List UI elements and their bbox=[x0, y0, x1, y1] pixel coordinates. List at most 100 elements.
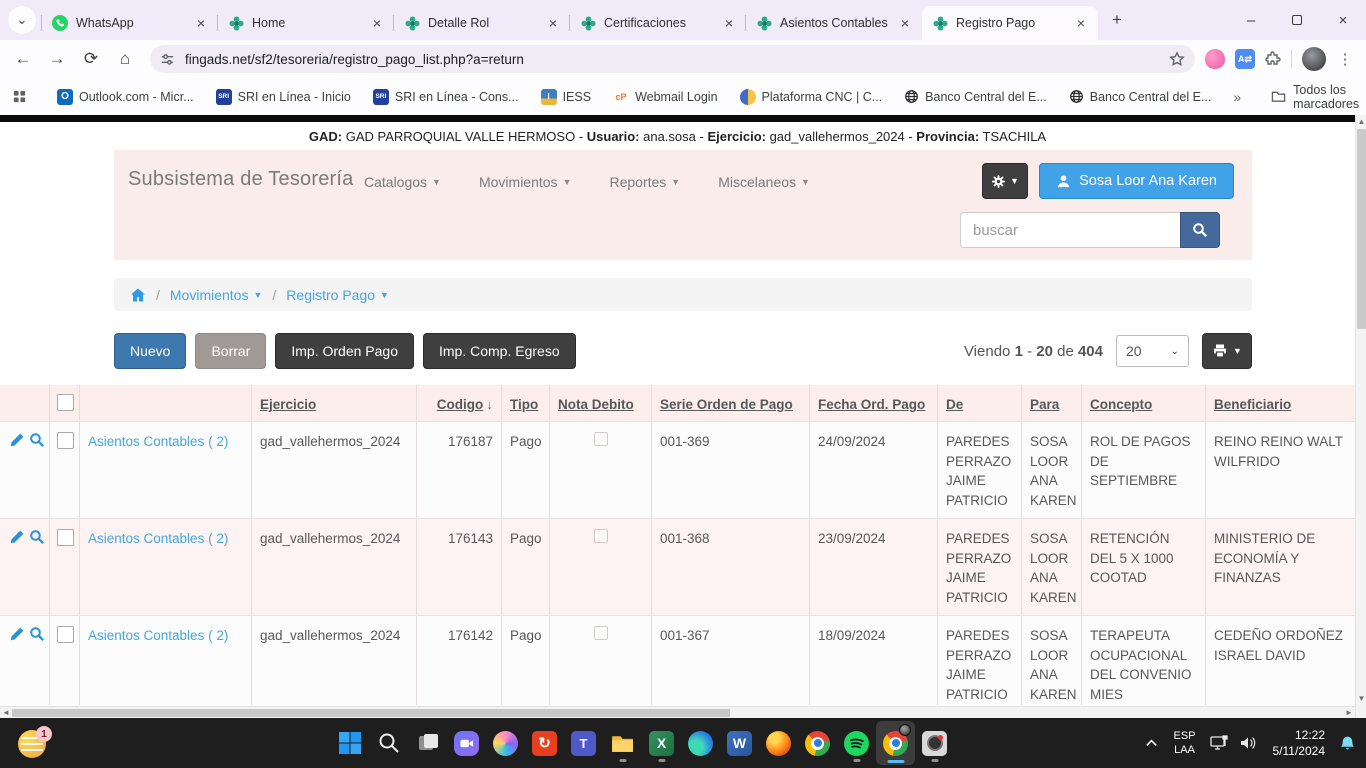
search-button[interactable] bbox=[1180, 212, 1220, 248]
chrome-icon[interactable] bbox=[798, 721, 837, 765]
apps-grid-icon[interactable] bbox=[12, 89, 27, 104]
header-tipo[interactable]: Tipo bbox=[502, 385, 550, 421]
browser-home-button[interactable]: ⌂ bbox=[110, 44, 140, 74]
copilot-icon[interactable] bbox=[486, 721, 525, 765]
tab-whatsapp[interactable]: WhatsApp × bbox=[42, 6, 218, 40]
taskbar-search-button[interactable] bbox=[369, 721, 408, 765]
bookmark-webmail[interactable]: cPWebmail Login bbox=[613, 89, 717, 105]
view-icon[interactable] bbox=[29, 529, 45, 615]
minimize-button[interactable]: – bbox=[1228, 0, 1274, 40]
file-explorer-icon[interactable] bbox=[603, 721, 642, 765]
asientos-contables-link[interactable]: Asientos Contables ( 2) bbox=[88, 531, 228, 546]
bookmark-banco-central-1[interactable]: Banco Central del E... bbox=[904, 89, 1047, 104]
horizontal-scroll-thumb[interactable] bbox=[12, 709, 730, 717]
close-icon[interactable]: × bbox=[1072, 14, 1090, 32]
nuevo-button[interactable]: Nuevo bbox=[114, 333, 186, 369]
header-fecha-ord-pago[interactable]: Fecha Ord. Pago bbox=[810, 385, 938, 421]
scroll-down-arrow[interactable]: ▼ bbox=[1356, 692, 1366, 705]
chat-icon[interactable] bbox=[447, 721, 486, 765]
url-text[interactable]: fingads.net/sf2/tesoreria/registro_pago_… bbox=[185, 52, 1169, 67]
close-icon[interactable]: × bbox=[368, 14, 386, 32]
browser-menu-icon[interactable]: ⋮ bbox=[1336, 50, 1354, 68]
widgets-button[interactable]: 1 bbox=[18, 726, 52, 760]
asientos-contables-link[interactable]: Asientos Contables ( 2) bbox=[88, 628, 228, 643]
translate-icon[interactable]: A⇄ bbox=[1235, 49, 1255, 69]
close-icon[interactable]: × bbox=[896, 14, 914, 32]
tray-chevron-up-icon[interactable] bbox=[1144, 736, 1159, 751]
excel-icon[interactable]: X bbox=[642, 721, 681, 765]
row-checkbox[interactable] bbox=[57, 529, 74, 546]
page-size-select[interactable]: 20⌄ bbox=[1116, 335, 1189, 367]
maximize-button[interactable] bbox=[1274, 0, 1320, 40]
borrar-button[interactable]: Borrar bbox=[195, 333, 266, 369]
site-settings-icon[interactable] bbox=[160, 52, 175, 67]
menu-miscelaneos[interactable]: Miscelaneos▼ bbox=[718, 174, 810, 190]
teams-icon[interactable]: T bbox=[564, 721, 603, 765]
breadcrumb-movimientos[interactable]: Movimientos▼ bbox=[170, 287, 263, 303]
scroll-up-arrow[interactable]: ▲ bbox=[1356, 115, 1366, 128]
extensions-puzzle-icon[interactable] bbox=[1265, 51, 1281, 67]
tab-detalle-rol[interactable]: Detalle Rol × bbox=[394, 6, 570, 40]
word-icon[interactable]: W bbox=[720, 721, 759, 765]
firefox-icon[interactable] bbox=[759, 721, 798, 765]
extension-pink-icon[interactable] bbox=[1205, 49, 1225, 69]
menu-catalogos[interactable]: Catalogos▼ bbox=[364, 174, 441, 190]
close-icon[interactable]: × bbox=[544, 14, 562, 32]
forward-button[interactable]: → bbox=[42, 44, 72, 74]
header-concepto[interactable]: Concepto bbox=[1082, 385, 1206, 421]
tab-home[interactable]: Home × bbox=[218, 6, 394, 40]
tab-certificaciones[interactable]: Certificaciones × bbox=[570, 6, 746, 40]
task-view-button[interactable] bbox=[408, 721, 447, 765]
chrome-active-icon[interactable] bbox=[876, 721, 915, 765]
bookmark-sri-consultas[interactable]: SRISRI en Línea - Cons... bbox=[373, 89, 519, 105]
header-de[interactable]: De bbox=[938, 385, 1022, 421]
reload-button[interactable]: ⟳ bbox=[76, 44, 106, 74]
view-icon[interactable] bbox=[29, 626, 45, 705]
search-input[interactable] bbox=[960, 212, 1180, 248]
profile-avatar[interactable] bbox=[1302, 47, 1326, 71]
address-bar[interactable]: fingads.net/sf2/tesoreria/registro_pago_… bbox=[150, 45, 1195, 73]
asientos-contables-link[interactable]: Asientos Contables ( 2) bbox=[88, 434, 228, 449]
header-para[interactable]: Para bbox=[1022, 385, 1082, 421]
settings-button[interactable]: ▼ bbox=[982, 163, 1028, 199]
edit-icon[interactable] bbox=[9, 529, 25, 615]
network-icon[interactable] bbox=[1210, 735, 1230, 751]
bookmark-banco-central-2[interactable]: Banco Central del E... bbox=[1069, 89, 1212, 104]
tab-registro-pago[interactable]: Registro Pago × bbox=[922, 6, 1098, 40]
close-icon[interactable]: × bbox=[192, 14, 210, 32]
home-icon[interactable] bbox=[130, 287, 146, 303]
edge-icon[interactable] bbox=[681, 721, 720, 765]
bookmark-sri-inicio[interactable]: SRISRI en Línea - Inicio bbox=[216, 89, 351, 105]
start-button[interactable] bbox=[330, 721, 369, 765]
header-beneficiario[interactable]: Beneficiario bbox=[1206, 385, 1355, 421]
notifications-bell-icon[interactable] bbox=[1339, 735, 1356, 752]
breadcrumb-registro-pago[interactable]: Registro Pago▼ bbox=[286, 287, 389, 303]
close-window-button[interactable]: × bbox=[1320, 0, 1366, 40]
header-serie-orden-pago[interactable]: Serie Orden de Pago bbox=[652, 385, 810, 421]
clock[interactable]: 12:225/11/2024 bbox=[1273, 727, 1326, 759]
horizontal-scrollbar[interactable]: ◄ ► bbox=[0, 706, 1355, 718]
spotify-icon[interactable] bbox=[837, 721, 876, 765]
new-tab-button[interactable]: + bbox=[1104, 7, 1130, 33]
header-codigo[interactable]: Codigo↓ bbox=[417, 385, 502, 421]
row-checkbox[interactable] bbox=[57, 432, 74, 449]
header-ejercicio[interactable]: Ejercicio bbox=[252, 385, 417, 421]
vertical-scrollbar[interactable]: ▲ ▼ bbox=[1355, 115, 1366, 718]
menu-movimientos[interactable]: Movimientos▼ bbox=[479, 174, 572, 190]
language-indicator[interactable]: ESPLAA bbox=[1173, 729, 1195, 758]
back-button[interactable]: ← bbox=[8, 44, 38, 74]
bookmark-iess[interactable]: IIESS bbox=[541, 89, 592, 105]
select-all-checkbox[interactable] bbox=[57, 394, 74, 411]
bookmark-star-icon[interactable] bbox=[1169, 51, 1185, 67]
view-icon[interactable] bbox=[29, 432, 45, 518]
nitro-pdf-icon[interactable]: ↻ bbox=[525, 721, 564, 765]
bookmarks-overflow-button[interactable]: » bbox=[1233, 89, 1241, 105]
menu-reportes[interactable]: Reportes▼ bbox=[609, 174, 680, 190]
bookmark-cnc[interactable]: Plataforma CNC | C... bbox=[740, 89, 883, 105]
volume-icon[interactable] bbox=[1239, 735, 1259, 751]
edit-icon[interactable] bbox=[9, 432, 25, 518]
vertical-scroll-thumb[interactable] bbox=[1357, 129, 1366, 329]
imp-comp-egreso-button[interactable]: Imp. Comp. Egreso bbox=[423, 333, 576, 369]
tab-search-button[interactable]: ⌄ bbox=[8, 6, 36, 34]
tab-asientos-contables[interactable]: Asientos Contables × bbox=[746, 6, 922, 40]
